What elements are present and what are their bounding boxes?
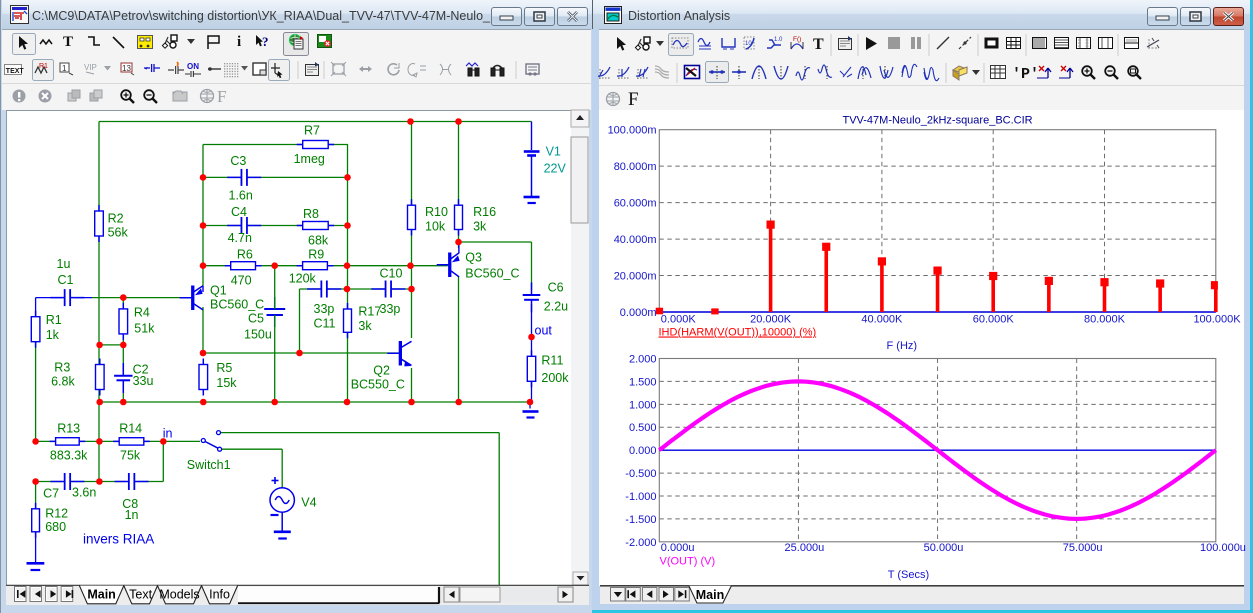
svg-text:60.000m: 60.000m — [614, 198, 657, 210]
svg-text:40.000K: 40.000K — [861, 314, 903, 326]
svg-text:75k: 75k — [120, 448, 141, 462]
svg-text:0.000: 0.000 — [629, 445, 657, 457]
svg-text:2.000: 2.000 — [629, 354, 657, 366]
svg-text:-0.500: -0.500 — [625, 468, 656, 480]
svg-text:10k: 10k — [425, 220, 446, 234]
svg-text:22V: 22V — [544, 161, 567, 175]
svg-text:200k: 200k — [541, 371, 569, 385]
svg-text:BC560_C: BC560_C — [465, 266, 519, 280]
svg-text:0.500: 0.500 — [629, 422, 657, 434]
svg-text:50.000u: 50.000u — [924, 542, 964, 554]
svg-text:out: out — [535, 323, 553, 337]
svg-text:R14: R14 — [119, 421, 142, 435]
svg-text:0.000K: 0.000K — [661, 314, 697, 326]
svg-text:R6: R6 — [237, 247, 253, 261]
svg-text:60.000K: 60.000K — [973, 314, 1015, 326]
svg-text:R10: R10 — [425, 205, 448, 219]
svg-text:BC560_C: BC560_C — [210, 297, 264, 311]
svg-text:V1: V1 — [546, 145, 561, 159]
svg-text:470: 470 — [231, 274, 252, 288]
svg-text:in: in — [163, 427, 173, 441]
svg-text:invers RIAA: invers RIAA — [83, 532, 154, 547]
svg-text:V(OUT) (V): V(OUT) (V) — [660, 556, 716, 568]
svg-text:100.000u: 100.000u — [1200, 542, 1246, 554]
svg-text:33u: 33u — [133, 374, 154, 388]
svg-text:R3: R3 — [54, 361, 70, 375]
svg-text:C3: C3 — [230, 154, 246, 168]
svg-text:80.000K: 80.000K — [1084, 314, 1126, 326]
svg-text:R8: R8 — [303, 207, 319, 221]
svg-text:Q1: Q1 — [210, 283, 227, 297]
svg-text:51k: 51k — [134, 322, 155, 336]
svg-text:-1.500: -1.500 — [625, 514, 656, 526]
svg-text:Q2: Q2 — [373, 364, 390, 378]
svg-text:20.000K: 20.000K — [750, 314, 792, 326]
svg-text:1u: 1u — [57, 257, 71, 271]
svg-text:33p: 33p — [380, 302, 401, 316]
svg-text:1.000: 1.000 — [629, 399, 657, 411]
svg-text:1meg: 1meg — [294, 152, 325, 166]
svg-text:R13: R13 — [57, 421, 80, 435]
svg-text:Models: Models — [159, 588, 199, 602]
svg-text:R7: R7 — [304, 124, 320, 138]
svg-text:56k: 56k — [108, 226, 129, 240]
svg-text:20.000m: 20.000m — [614, 271, 657, 283]
svg-text:0.000m: 0.000m — [620, 307, 657, 319]
svg-text:C4: C4 — [231, 205, 247, 219]
svg-text:6.8k: 6.8k — [51, 374, 75, 388]
svg-text:3k: 3k — [473, 220, 487, 234]
svg-text:Main: Main — [696, 588, 724, 602]
svg-text:33p: 33p — [314, 302, 335, 316]
svg-text:R16: R16 — [473, 205, 496, 219]
svg-text:F (Hz): F (Hz) — [887, 340, 918, 352]
svg-text:3k: 3k — [358, 319, 372, 333]
svg-text:C1: C1 — [58, 273, 74, 287]
svg-text:40.000m: 40.000m — [614, 234, 657, 246]
svg-text:Text: Text — [129, 588, 152, 602]
svg-text:TVV-47M-Neulo_2kHz-square_BC.C: TVV-47M-Neulo_2kHz-square_BC.CIR — [842, 114, 1032, 126]
svg-text:1.6n: 1.6n — [229, 189, 253, 203]
svg-text:C7: C7 — [43, 486, 59, 500]
svg-text:100.000m: 100.000m — [608, 125, 657, 137]
svg-text:25.000u: 25.000u — [785, 542, 825, 554]
svg-text:Main: Main — [87, 588, 115, 602]
svg-text:1.500: 1.500 — [629, 376, 657, 388]
svg-text:75.000u: 75.000u — [1063, 542, 1103, 554]
svg-text:C11: C11 — [314, 316, 336, 330]
svg-text:C6: C6 — [548, 281, 564, 295]
svg-text:100.000K: 100.000K — [1193, 314, 1241, 326]
svg-text:IHD(HARM(V(OUT)),10000) (%): IHD(HARM(V(OUT)),10000) (%) — [659, 327, 817, 339]
svg-text:C10: C10 — [380, 266, 403, 280]
svg-text:120k: 120k — [289, 272, 317, 286]
svg-text:1k: 1k — [46, 328, 60, 342]
svg-text:R4: R4 — [134, 306, 150, 320]
svg-text:T (Secs): T (Secs) — [888, 569, 929, 581]
svg-text:Info: Info — [209, 588, 230, 602]
svg-text:R12: R12 — [45, 507, 68, 521]
svg-text:150u: 150u — [244, 327, 272, 341]
svg-text:Switch1: Switch1 — [187, 458, 231, 472]
svg-text:V4: V4 — [301, 496, 316, 510]
svg-text:4.7n: 4.7n — [228, 231, 252, 245]
svg-text:C5: C5 — [248, 311, 264, 325]
svg-text:R17: R17 — [358, 305, 381, 319]
svg-text:2.2u: 2.2u — [544, 300, 568, 314]
svg-text:3.6n: 3.6n — [72, 485, 96, 499]
svg-text:R5: R5 — [216, 361, 232, 375]
svg-text:R2: R2 — [108, 212, 124, 226]
svg-text:1n: 1n — [125, 508, 139, 522]
svg-text:R11: R11 — [541, 354, 563, 368]
svg-text:0.000u: 0.000u — [661, 542, 695, 554]
svg-text:Q3: Q3 — [465, 251, 482, 265]
svg-text:R9: R9 — [308, 247, 324, 261]
svg-text:-2.000: -2.000 — [625, 537, 656, 549]
svg-text:68k: 68k — [308, 233, 329, 247]
svg-text:883.3k: 883.3k — [50, 448, 88, 462]
svg-text:BC550_C: BC550_C — [351, 377, 405, 391]
svg-text:-1.000: -1.000 — [625, 491, 656, 503]
svg-text:80.000m: 80.000m — [614, 161, 657, 173]
svg-text:680: 680 — [45, 520, 66, 534]
svg-text:R1: R1 — [46, 313, 62, 327]
svg-text:15k: 15k — [216, 376, 237, 390]
